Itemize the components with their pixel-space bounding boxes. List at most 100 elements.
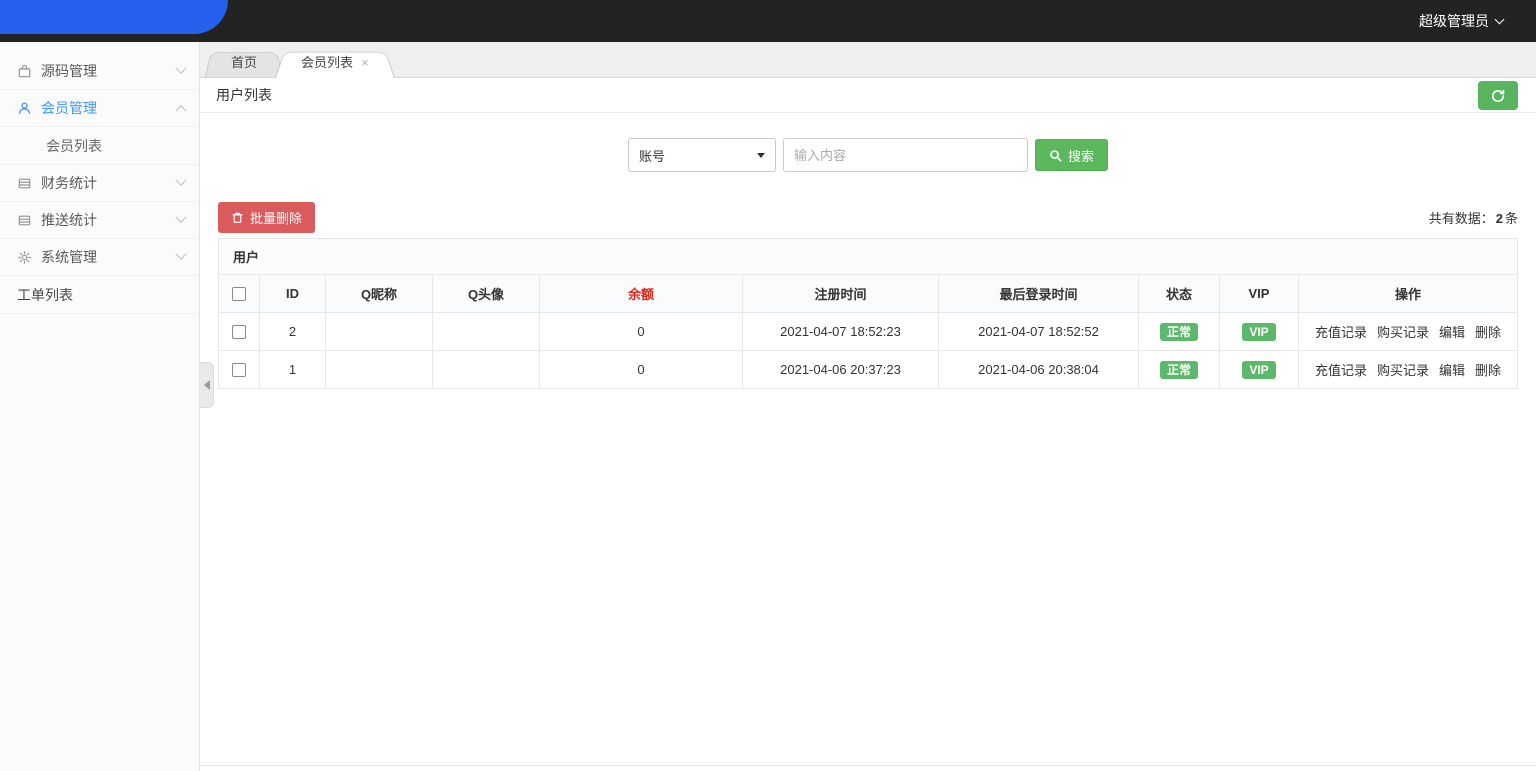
total-count: 2 [1496, 211, 1503, 226]
refresh-button[interactable] [1478, 81, 1518, 110]
search-button-label: 搜索 [1068, 146, 1094, 165]
cell-last-login-time: 2021-04-07 18:52:52 [939, 313, 1139, 351]
sidebar-item-work-orders[interactable]: 工单列表 [0, 276, 199, 314]
sidebar-collapse-handle[interactable] [200, 362, 214, 408]
vip-badge[interactable]: VIP [1242, 323, 1275, 341]
search-field-select[interactable]: 账号 [628, 138, 776, 172]
table-row: 1 0 2021-04-06 20:37:23 2021-04-06 20:38… [219, 351, 1518, 389]
cell-register-time: 2021-04-06 20:37:23 [743, 351, 939, 389]
finance-stats-icon [17, 176, 32, 191]
sidebar-item-label: 会员管理 [41, 98, 97, 118]
sidebar-item-label: 源码管理 [41, 61, 97, 81]
sidebar-item-label: 工单列表 [17, 285, 73, 305]
purchase-record-link[interactable]: 购买记录 [1377, 363, 1429, 378]
cell-q-avatar [433, 351, 540, 389]
briefcase-icon [17, 64, 32, 79]
tab-bar: 首页 会员列表 × [200, 42, 1536, 78]
tab-home[interactable]: 首页 [205, 48, 283, 77]
status-badge[interactable]: 正常 [1160, 361, 1198, 379]
chevron-down-icon [175, 249, 186, 260]
chevron-down-icon [175, 175, 186, 186]
status-badge[interactable]: 正常 [1160, 323, 1198, 341]
gear-icon [17, 250, 32, 265]
col-balance: 余额 [540, 275, 743, 313]
content-area: 批量删除 共有数据：2条 用户 ID [200, 191, 1536, 771]
cell-last-login-time: 2021-04-06 20:38:04 [939, 351, 1139, 389]
search-button[interactable]: 搜索 [1035, 139, 1108, 171]
sidebar-item-source-manage[interactable]: 源码管理 [0, 53, 199, 90]
push-stats-icon [17, 213, 32, 228]
brand-logo [0, 0, 228, 34]
group-header-label: 用户 [219, 239, 1518, 275]
chevron-down-icon [1495, 14, 1505, 24]
row-checkbox[interactable] [232, 325, 246, 339]
total-suffix: 条 [1505, 211, 1518, 226]
page-header: 用户列表 [200, 78, 1536, 113]
select-all-checkbox[interactable] [232, 287, 246, 301]
col-register-time: 注册时间 [743, 275, 939, 313]
search-bar: 账号 搜索 [200, 113, 1536, 191]
sidebar: 源码管理 会员管理 会员列表 财务统计 推送统计 [0, 42, 200, 771]
sidebar-item-label: 推送统计 [41, 210, 97, 230]
main-panel: 首页 会员列表 × 用户列表 账号 [200, 42, 1536, 771]
collapse-left-icon [204, 380, 210, 390]
col-q-nick: Q昵称 [326, 275, 433, 313]
delete-link[interactable]: 删除 [1475, 325, 1501, 340]
col-last-login-time: 最后登录时间 [939, 275, 1139, 313]
tab-member-list[interactable]: 会员列表 × [275, 47, 395, 78]
close-icon[interactable]: × [361, 48, 369, 77]
col-id: ID [260, 275, 326, 313]
batch-delete-button[interactable]: 批量删除 [218, 202, 315, 233]
footer-divider [200, 765, 1536, 766]
table-header-row: ID Q昵称 Q头像 余额 注册时间 最后登录时间 状态 VIP 操作 [219, 275, 1518, 313]
user-menu[interactable]: 超级管理员 [1419, 0, 1503, 42]
cell-register-time: 2021-04-07 18:52:23 [743, 313, 939, 351]
edit-link[interactable]: 编辑 [1439, 363, 1465, 378]
user-table: 用户 ID Q昵称 Q头像 余额 注册时间 最后登录时间 状态 VIP 操作 [218, 238, 1518, 389]
user-icon [17, 101, 32, 116]
cell-id: 2 [260, 313, 326, 351]
sidebar-item-member-manage[interactable]: 会员管理 [0, 90, 199, 127]
row-checkbox[interactable] [232, 363, 246, 377]
sidebar-item-finance-stats[interactable]: 财务统计 [0, 165, 199, 202]
tab-label: 会员列表 [301, 48, 353, 77]
col-vip: VIP [1220, 275, 1299, 313]
search-icon [1049, 149, 1062, 162]
table-group-header: 用户 [219, 239, 1518, 275]
selected-option: 账号 [639, 146, 665, 165]
col-status: 状态 [1139, 275, 1220, 313]
purchase-record-link[interactable]: 购买记录 [1377, 325, 1429, 340]
table-row: 2 0 2021-04-07 18:52:23 2021-04-07 18:52… [219, 313, 1518, 351]
cell-q-nick [326, 313, 433, 351]
chevron-down-icon [175, 212, 186, 223]
tab-label: 首页 [231, 48, 257, 77]
sidebar-item-push-stats[interactable]: 推送统计 [0, 202, 199, 239]
sidebar-item-system-manage[interactable]: 系统管理 [0, 239, 199, 276]
main-layout: 源码管理 会员管理 会员列表 财务统计 推送统计 [0, 42, 1536, 771]
cell-balance: 0 [540, 351, 743, 389]
total-count-info: 共有数据：2条 [1429, 208, 1518, 227]
total-prefix: 共有数据： [1429, 211, 1494, 226]
caret-down-icon [757, 153, 765, 158]
search-input[interactable] [783, 138, 1028, 172]
cell-balance: 0 [540, 313, 743, 351]
refresh-icon [1490, 88, 1506, 104]
edit-link[interactable]: 编辑 [1439, 325, 1465, 340]
trash-icon [231, 211, 244, 224]
col-actions: 操作 [1299, 275, 1518, 313]
sidebar-item-member-list[interactable]: 会员列表 [0, 127, 199, 165]
page-title: 用户列表 [216, 85, 272, 105]
recharge-record-link[interactable]: 充值记录 [1315, 363, 1367, 378]
col-q-avatar: Q头像 [433, 275, 540, 313]
recharge-record-link[interactable]: 充值记录 [1315, 325, 1367, 340]
delete-link[interactable]: 删除 [1475, 363, 1501, 378]
vip-badge[interactable]: VIP [1242, 361, 1275, 379]
cell-q-avatar [433, 313, 540, 351]
user-menu-label: 超级管理员 [1419, 11, 1489, 31]
sidebar-item-label: 会员列表 [46, 136, 102, 156]
chevron-down-icon [175, 63, 186, 74]
cell-q-nick [326, 351, 433, 389]
sidebar-item-label: 财务统计 [41, 173, 97, 193]
topbar: 超级管理员 [0, 0, 1536, 42]
cell-id: 1 [260, 351, 326, 389]
